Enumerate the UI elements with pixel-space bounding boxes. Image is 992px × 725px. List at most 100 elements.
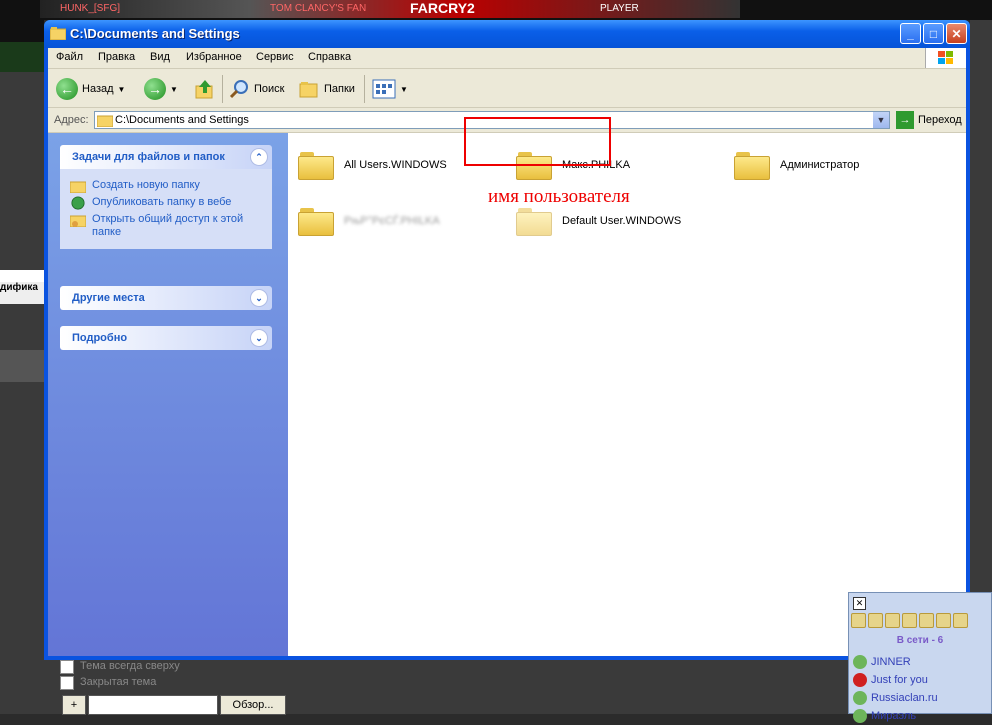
chevron-down-icon[interactable]: ⌄	[250, 289, 268, 307]
menu-file[interactable]: Файл	[56, 51, 83, 63]
chevron-up-icon[interactable]: ⌃	[250, 148, 268, 166]
contact-item[interactable]: Russiaclan.ru	[853, 689, 938, 707]
folder-icon	[516, 206, 552, 236]
details-panel: Подробно ⌄	[60, 326, 272, 350]
highlight-box	[464, 117, 611, 166]
folder-icon	[298, 150, 334, 180]
banner-text: HUNK_[SFG]	[60, 3, 121, 14]
menu-favorites[interactable]: Избранное	[186, 51, 242, 63]
contact-name: JINNER	[871, 656, 911, 668]
file-tasks-panel: Задачи для файлов и папок ⌃ Создать нову…	[60, 145, 272, 249]
other-places-header[interactable]: Другие места ⌄	[60, 286, 272, 310]
banner-text: TOM CLANCY'S FAN	[270, 3, 367, 14]
views-button[interactable]: ▼	[372, 77, 408, 101]
chat-widget: ✕ В сети - 6 JINNER Just for you Russiac…	[848, 592, 992, 723]
folder-icon	[298, 206, 334, 236]
task-publish-web[interactable]: Опубликовать папку в вебе	[70, 196, 264, 210]
folder-name: РњР°РєСЃ.PHILKA	[344, 215, 440, 227]
go-button[interactable]: → Переход	[896, 111, 962, 129]
task-new-folder[interactable]: Создать новую папку	[70, 179, 264, 193]
folder-icon	[97, 115, 113, 127]
panel-title: Задачи для файлов и папок	[72, 151, 225, 163]
contact-item[interactable]: Just for you	[853, 671, 938, 689]
user-status-icon	[853, 655, 867, 669]
other-places-panel: Другие места ⌄	[60, 286, 272, 310]
user-status-icon	[853, 691, 867, 705]
file-tasks-body: Создать новую папку Опубликовать папку в…	[60, 169, 272, 249]
contact-item[interactable]: Мираэль	[853, 707, 938, 725]
address-label: Адрес:	[54, 114, 89, 126]
task-pane: Задачи для файлов и папок ⌃ Создать нову…	[48, 133, 288, 656]
chevron-down-icon[interactable]: ⌄	[250, 329, 268, 347]
task-label: Создать новую папку	[92, 179, 200, 191]
contact-list: JINNER Just for you Russiaclan.ru Мираэл…	[853, 653, 938, 725]
search-icon	[229, 80, 248, 99]
go-arrow-icon: →	[896, 111, 914, 129]
browse-button[interactable]: Обзор...	[220, 695, 286, 715]
address-dropdown-button[interactable]: ▼	[873, 112, 889, 128]
checkbox[interactable]	[60, 660, 74, 674]
background-bottom: Тема всегда сверху Закрытая тема + Обзор…	[44, 660, 854, 715]
task-label: Открыть общий доступ к этой папке	[92, 213, 244, 238]
new-folder-icon	[70, 181, 86, 193]
menu-bar: Файл Правка Вид Избранное Сервис Справка	[48, 48, 966, 69]
chevron-down-icon: ▼	[400, 84, 408, 94]
search-button[interactable]: Поиск	[228, 77, 284, 101]
menu-edit[interactable]: Правка	[98, 51, 135, 63]
chevron-down-icon: ▼	[117, 84, 126, 94]
status-icon[interactable]	[851, 613, 866, 628]
plugin-icon[interactable]	[953, 613, 968, 628]
history-icon[interactable]	[919, 613, 934, 628]
folder-item[interactable]: Администратор	[734, 145, 859, 185]
forward-button[interactable]: → ▼	[144, 77, 178, 101]
maximize-button[interactable]: □	[923, 23, 944, 44]
title-bar[interactable]: C:\Documents and Settings _ □ ✕	[44, 20, 970, 48]
folders-button[interactable]: Папки	[298, 77, 355, 101]
contact-name: Russiaclan.ru	[871, 692, 938, 704]
checkbox-label: Тема всегда сверху	[80, 660, 180, 672]
folders-icon	[299, 82, 318, 98]
menu-help[interactable]: Справка	[308, 51, 351, 63]
heart-icon	[853, 673, 867, 687]
back-button[interactable]: ← Назад ▼	[56, 77, 125, 101]
folder-item[interactable]: РњР°РєСЃ.PHILKA	[298, 201, 440, 241]
menu-tools[interactable]: Сервис	[256, 51, 294, 63]
folder-icon	[50, 27, 66, 40]
banner-text: PLAYER	[600, 3, 639, 14]
folder-name: Администратор	[780, 159, 860, 171]
back-label: Назад	[82, 83, 114, 95]
background-right-panel	[970, 20, 992, 620]
text-input[interactable]	[88, 695, 218, 715]
windows-logo-icon	[925, 48, 966, 68]
checkbox-label: Закрытая тема	[80, 676, 157, 688]
contact-name: Just for you	[871, 674, 928, 686]
contacts-icon[interactable]	[902, 613, 917, 628]
help-icon[interactable]	[936, 613, 951, 628]
menu-view[interactable]: Вид	[150, 51, 170, 63]
sound-icon[interactable]	[885, 613, 900, 628]
explorer-window: C:\Documents and Settings _ □ ✕ Файл Пра…	[44, 20, 970, 660]
contact-item[interactable]: JINNER	[853, 653, 938, 671]
file-tasks-header[interactable]: Задачи для файлов и папок ⌃	[60, 145, 272, 169]
minimize-button[interactable]: _	[900, 23, 921, 44]
task-share[interactable]: Открыть общий доступ к этой папке	[70, 213, 264, 239]
contact-name: Мираэль	[871, 710, 917, 722]
close-button[interactable]: ✕	[946, 23, 967, 44]
task-label: Опубликовать папку в вебе	[92, 196, 232, 208]
checkbox[interactable]	[60, 676, 74, 690]
back-arrow-icon: ←	[56, 78, 78, 100]
window-title: C:\Documents and Settings	[70, 26, 240, 41]
annotation-label: имя пользователя	[488, 186, 630, 207]
toolbar: ← Назад ▼ → ▼ Поиск Папки ▼	[48, 69, 966, 108]
folder-item[interactable]: All Users.WINDOWS	[298, 145, 447, 185]
details-header[interactable]: Подробно ⌄	[60, 326, 272, 350]
chevron-down-icon: ▼	[170, 84, 178, 94]
add-button[interactable]: +	[62, 695, 86, 715]
view-grid-icon	[372, 79, 396, 99]
settings-icon[interactable]	[868, 613, 883, 628]
chat-toolbar	[851, 613, 991, 631]
background-text: дифика	[0, 282, 44, 304]
up-button[interactable]	[194, 77, 216, 101]
folder-up-icon	[195, 80, 213, 99]
close-icon[interactable]: ✕	[853, 597, 866, 610]
